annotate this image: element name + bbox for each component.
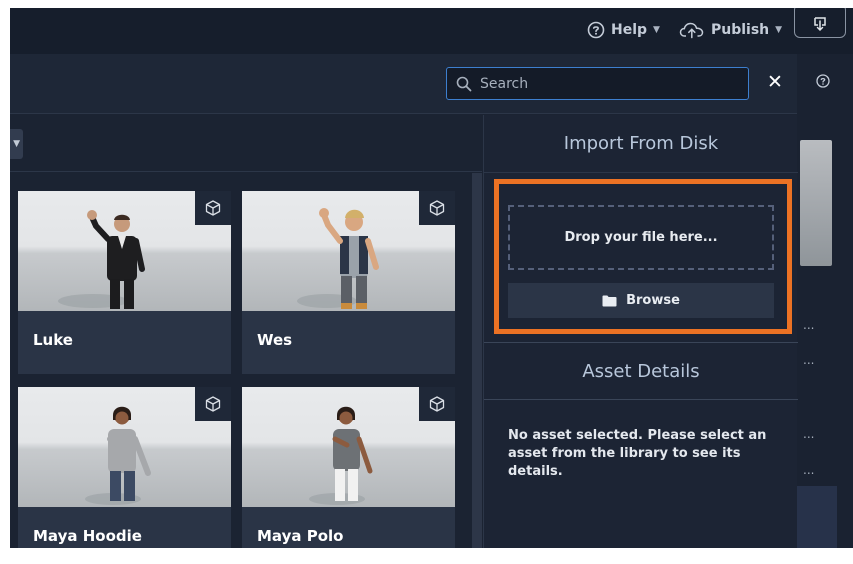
3d-model-icon [419, 387, 455, 421]
search-input[interactable] [480, 75, 730, 92]
asset-details-empty-message: No asset selected. Please select an asse… [508, 428, 767, 479]
caret-down-icon: ▼ [653, 25, 660, 35]
grid-scrollbar[interactable] [472, 173, 482, 548]
asset-card-wes[interactable]: Wes [242, 191, 455, 374]
truncated-text: ... [803, 463, 815, 477]
folder-icon [602, 295, 617, 306]
help-circle-icon[interactable] [816, 74, 830, 88]
asset-name: Maya Hoodie [33, 527, 142, 545]
asset-name: Luke [33, 331, 73, 349]
asset-grid: Luke Wes Maya Hoodie Maya Polo [10, 173, 482, 548]
3d-model-icon [195, 387, 231, 421]
filter-row: ▼ [10, 115, 482, 172]
publish-menu-button[interactable]: Publish ▼ [679, 20, 782, 40]
download-button[interactable] [794, 8, 846, 38]
3d-model-icon [419, 191, 455, 225]
publish-label: Publish [711, 22, 770, 38]
asset-card-luke[interactable]: Luke [18, 191, 231, 374]
asset-side-panel: Import From Disk Drop your file here... … [483, 115, 798, 548]
import-from-disk-title: Import From Disk [484, 115, 798, 173]
cloud-upload-icon [679, 22, 704, 39]
asset-details-title: Asset Details [484, 342, 798, 400]
close-icon[interactable]: ✕ [767, 72, 783, 92]
help-label: Help [611, 22, 648, 38]
top-bar: Help ▼ Publish ▼ [10, 8, 853, 54]
caret-down-icon: ▼ [775, 25, 783, 35]
thumbnail-preview [800, 140, 832, 266]
truncated-text: ... [803, 427, 815, 441]
3d-model-icon [195, 191, 231, 225]
filter-dropdown[interactable]: ▼ [10, 129, 23, 159]
asset-card-maya-hoodie[interactable]: Maya Hoodie [18, 387, 231, 548]
asset-name: Wes [257, 331, 293, 349]
help-menu-button[interactable]: Help ▼ [587, 20, 660, 40]
download-icon [814, 17, 826, 32]
truncated-text: ... [803, 318, 815, 332]
browse-label: Browse [626, 293, 680, 308]
file-drop-zone[interactable]: Drop your file here... [508, 205, 774, 270]
asset-card-maya-polo[interactable]: Maya Polo [242, 387, 455, 548]
app-window: Help ▼ Publish ▼ ✕ [10, 8, 853, 548]
library-toolbar: ✕ [10, 54, 797, 114]
drop-zone-label: Drop your file here... [564, 230, 718, 245]
chevron-down-icon: ▼ [13, 139, 20, 149]
browse-button[interactable]: Browse [508, 283, 774, 318]
help-circle-icon [587, 21, 605, 39]
truncated-text: ... [803, 353, 815, 367]
asset-name: Maya Polo [257, 527, 344, 545]
search-box[interactable] [446, 67, 749, 100]
background-panel: ... ... ... ... [797, 54, 853, 548]
search-icon [456, 76, 472, 91]
background-block [797, 486, 837, 548]
